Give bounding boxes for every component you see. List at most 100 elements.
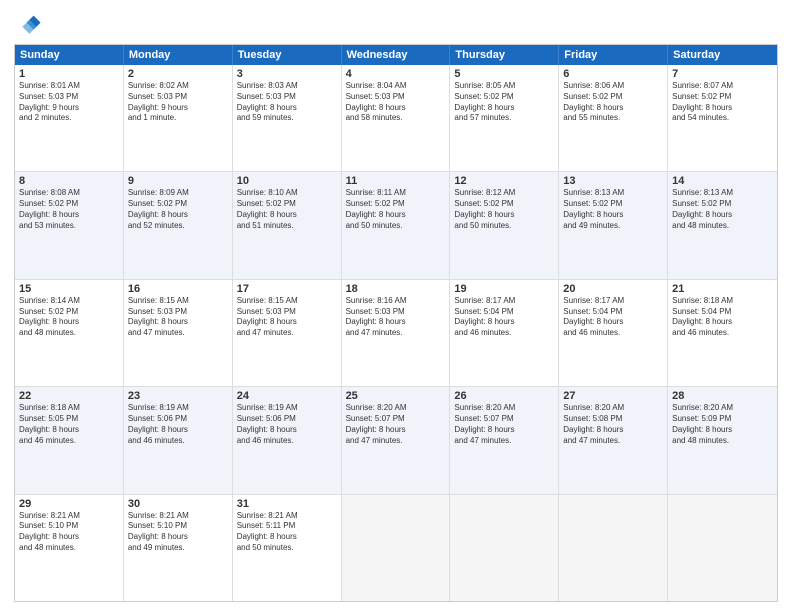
day-number: 7: [672, 68, 773, 80]
day-cell-9: 9Sunrise: 8:09 AM Sunset: 5:02 PM Daylig…: [124, 172, 233, 278]
day-number: 31: [237, 498, 337, 510]
day-number: 19: [454, 283, 554, 295]
day-cell-17: 17Sunrise: 8:15 AM Sunset: 5:03 PM Dayli…: [233, 280, 342, 386]
day-number: 23: [128, 390, 228, 402]
day-cell-26: 26Sunrise: 8:20 AM Sunset: 5:07 PM Dayli…: [450, 387, 559, 493]
day-cell-23: 23Sunrise: 8:19 AM Sunset: 5:06 PM Dayli…: [124, 387, 233, 493]
day-number: 4: [346, 68, 446, 80]
day-number: 25: [346, 390, 446, 402]
day-info: Sunrise: 8:20 AM Sunset: 5:09 PM Dayligh…: [672, 403, 773, 446]
day-cell-8: 8Sunrise: 8:08 AM Sunset: 5:02 PM Daylig…: [15, 172, 124, 278]
calendar-row-4: 22Sunrise: 8:18 AM Sunset: 5:05 PM Dayli…: [15, 387, 777, 494]
header-day-thursday: Thursday: [450, 45, 559, 65]
day-cell-5: 5Sunrise: 8:05 AM Sunset: 5:02 PM Daylig…: [450, 65, 559, 171]
calendar: SundayMondayTuesdayWednesdayThursdayFrid…: [14, 44, 778, 602]
day-cell-18: 18Sunrise: 8:16 AM Sunset: 5:03 PM Dayli…: [342, 280, 451, 386]
day-info: Sunrise: 8:19 AM Sunset: 5:06 PM Dayligh…: [128, 403, 228, 446]
day-cell-3: 3Sunrise: 8:03 AM Sunset: 5:03 PM Daylig…: [233, 65, 342, 171]
day-info: Sunrise: 8:21 AM Sunset: 5:10 PM Dayligh…: [19, 511, 119, 554]
header: [14, 10, 778, 38]
day-info: Sunrise: 8:15 AM Sunset: 5:03 PM Dayligh…: [128, 296, 228, 339]
day-info: Sunrise: 8:07 AM Sunset: 5:02 PM Dayligh…: [672, 81, 773, 124]
day-number: 1: [19, 68, 119, 80]
header-day-friday: Friday: [559, 45, 668, 65]
day-cell-25: 25Sunrise: 8:20 AM Sunset: 5:07 PM Dayli…: [342, 387, 451, 493]
day-number: 26: [454, 390, 554, 402]
day-info: Sunrise: 8:08 AM Sunset: 5:02 PM Dayligh…: [19, 188, 119, 231]
header-day-monday: Monday: [124, 45, 233, 65]
day-info: Sunrise: 8:13 AM Sunset: 5:02 PM Dayligh…: [563, 188, 663, 231]
day-number: 6: [563, 68, 663, 80]
day-info: Sunrise: 8:21 AM Sunset: 5:10 PM Dayligh…: [128, 511, 228, 554]
day-cell-10: 10Sunrise: 8:10 AM Sunset: 5:02 PM Dayli…: [233, 172, 342, 278]
day-cell-1: 1Sunrise: 8:01 AM Sunset: 5:03 PM Daylig…: [15, 65, 124, 171]
day-info: Sunrise: 8:17 AM Sunset: 5:04 PM Dayligh…: [563, 296, 663, 339]
day-cell-31: 31Sunrise: 8:21 AM Sunset: 5:11 PM Dayli…: [233, 495, 342, 601]
day-info: Sunrise: 8:16 AM Sunset: 5:03 PM Dayligh…: [346, 296, 446, 339]
day-number: 12: [454, 175, 554, 187]
day-cell-20: 20Sunrise: 8:17 AM Sunset: 5:04 PM Dayli…: [559, 280, 668, 386]
day-cell-30: 30Sunrise: 8:21 AM Sunset: 5:10 PM Dayli…: [124, 495, 233, 601]
day-cell-19: 19Sunrise: 8:17 AM Sunset: 5:04 PM Dayli…: [450, 280, 559, 386]
day-number: 22: [19, 390, 119, 402]
day-info: Sunrise: 8:05 AM Sunset: 5:02 PM Dayligh…: [454, 81, 554, 124]
day-info: Sunrise: 8:11 AM Sunset: 5:02 PM Dayligh…: [346, 188, 446, 231]
empty-cell: [342, 495, 451, 601]
day-info: Sunrise: 8:17 AM Sunset: 5:04 PM Dayligh…: [454, 296, 554, 339]
day-number: 2: [128, 68, 228, 80]
empty-cell: [450, 495, 559, 601]
empty-cell: [559, 495, 668, 601]
day-info: Sunrise: 8:18 AM Sunset: 5:05 PM Dayligh…: [19, 403, 119, 446]
day-cell-4: 4Sunrise: 8:04 AM Sunset: 5:03 PM Daylig…: [342, 65, 451, 171]
day-cell-22: 22Sunrise: 8:18 AM Sunset: 5:05 PM Dayli…: [15, 387, 124, 493]
day-number: 29: [19, 498, 119, 510]
day-info: Sunrise: 8:09 AM Sunset: 5:02 PM Dayligh…: [128, 188, 228, 231]
page: SundayMondayTuesdayWednesdayThursdayFrid…: [0, 0, 792, 612]
day-cell-6: 6Sunrise: 8:06 AM Sunset: 5:02 PM Daylig…: [559, 65, 668, 171]
day-number: 21: [672, 283, 773, 295]
logo-icon: [14, 10, 42, 38]
day-number: 5: [454, 68, 554, 80]
day-cell-28: 28Sunrise: 8:20 AM Sunset: 5:09 PM Dayli…: [668, 387, 777, 493]
logo: [14, 10, 46, 38]
header-day-tuesday: Tuesday: [233, 45, 342, 65]
day-number: 14: [672, 175, 773, 187]
day-cell-29: 29Sunrise: 8:21 AM Sunset: 5:10 PM Dayli…: [15, 495, 124, 601]
empty-cell: [668, 495, 777, 601]
calendar-row-3: 15Sunrise: 8:14 AM Sunset: 5:02 PM Dayli…: [15, 280, 777, 387]
day-cell-21: 21Sunrise: 8:18 AM Sunset: 5:04 PM Dayli…: [668, 280, 777, 386]
calendar-row-2: 8Sunrise: 8:08 AM Sunset: 5:02 PM Daylig…: [15, 172, 777, 279]
day-number: 27: [563, 390, 663, 402]
day-cell-14: 14Sunrise: 8:13 AM Sunset: 5:02 PM Dayli…: [668, 172, 777, 278]
day-info: Sunrise: 8:01 AM Sunset: 5:03 PM Dayligh…: [19, 81, 119, 124]
day-info: Sunrise: 8:20 AM Sunset: 5:08 PM Dayligh…: [563, 403, 663, 446]
calendar-row-1: 1Sunrise: 8:01 AM Sunset: 5:03 PM Daylig…: [15, 65, 777, 172]
day-number: 11: [346, 175, 446, 187]
day-info: Sunrise: 8:12 AM Sunset: 5:02 PM Dayligh…: [454, 188, 554, 231]
day-cell-24: 24Sunrise: 8:19 AM Sunset: 5:06 PM Dayli…: [233, 387, 342, 493]
day-info: Sunrise: 8:19 AM Sunset: 5:06 PM Dayligh…: [237, 403, 337, 446]
day-info: Sunrise: 8:21 AM Sunset: 5:11 PM Dayligh…: [237, 511, 337, 554]
day-number: 18: [346, 283, 446, 295]
day-cell-2: 2Sunrise: 8:02 AM Sunset: 5:03 PM Daylig…: [124, 65, 233, 171]
header-day-sunday: Sunday: [15, 45, 124, 65]
day-cell-16: 16Sunrise: 8:15 AM Sunset: 5:03 PM Dayli…: [124, 280, 233, 386]
day-number: 16: [128, 283, 228, 295]
day-info: Sunrise: 8:03 AM Sunset: 5:03 PM Dayligh…: [237, 81, 337, 124]
day-number: 13: [563, 175, 663, 187]
day-number: 17: [237, 283, 337, 295]
day-info: Sunrise: 8:13 AM Sunset: 5:02 PM Dayligh…: [672, 188, 773, 231]
calendar-body: 1Sunrise: 8:01 AM Sunset: 5:03 PM Daylig…: [15, 65, 777, 601]
day-number: 24: [237, 390, 337, 402]
day-info: Sunrise: 8:20 AM Sunset: 5:07 PM Dayligh…: [346, 403, 446, 446]
day-info: Sunrise: 8:18 AM Sunset: 5:04 PM Dayligh…: [672, 296, 773, 339]
day-info: Sunrise: 8:04 AM Sunset: 5:03 PM Dayligh…: [346, 81, 446, 124]
day-info: Sunrise: 8:10 AM Sunset: 5:02 PM Dayligh…: [237, 188, 337, 231]
day-info: Sunrise: 8:06 AM Sunset: 5:02 PM Dayligh…: [563, 81, 663, 124]
day-number: 9: [128, 175, 228, 187]
calendar-header: SundayMondayTuesdayWednesdayThursdayFrid…: [15, 45, 777, 65]
calendar-row-5: 29Sunrise: 8:21 AM Sunset: 5:10 PM Dayli…: [15, 495, 777, 601]
day-cell-12: 12Sunrise: 8:12 AM Sunset: 5:02 PM Dayli…: [450, 172, 559, 278]
header-day-wednesday: Wednesday: [342, 45, 451, 65]
day-number: 28: [672, 390, 773, 402]
